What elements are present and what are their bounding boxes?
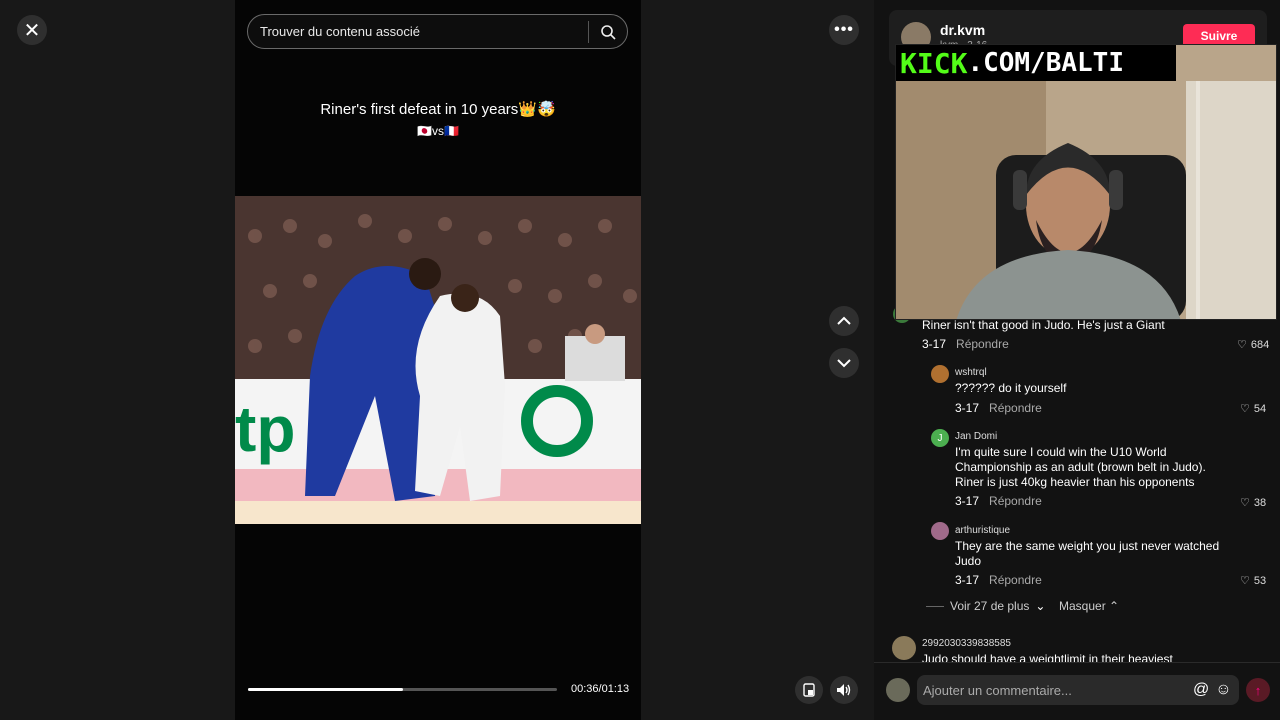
like-count: 38: [1253, 496, 1267, 509]
comment-text: I'm quite sure I could win the U10 World…: [955, 445, 1206, 489]
progress-fill: [248, 688, 403, 691]
like-count: 684: [1250, 338, 1270, 351]
like-button[interactable]: ♡ 53: [1240, 574, 1267, 588]
hide-replies[interactable]: Masquer ⌃: [1059, 599, 1119, 613]
pip-button[interactable]: [795, 676, 823, 704]
comment-meta: 3-17 Répondre: [922, 337, 1009, 351]
video-time: 00:36/01:13: [571, 683, 630, 695]
speaker-icon: [837, 684, 851, 696]
author-name[interactable]: dr.kvm: [940, 22, 985, 38]
video-caption: Riner's first defeat in 10 years👑🤯 🇯🇵vs🇫…: [235, 100, 641, 138]
comment-meta: 3-17 Répondre: [955, 494, 1042, 508]
search-bar[interactable]: [247, 14, 628, 49]
chevron-down-icon: [837, 359, 851, 368]
comment-text: They are the same weight you just never …: [955, 539, 1220, 568]
heart-icon: ♡: [1240, 403, 1250, 415]
heart-icon: ♡: [1240, 497, 1250, 509]
divider: [926, 605, 944, 607]
comment-text: Riner isn't that good in Judo. He's just…: [922, 318, 1165, 332]
search-icon[interactable]: [589, 24, 627, 40]
comment-meta: 3-17 Répondre: [955, 573, 1042, 587]
kick-url-text: .COM/BALTI: [967, 48, 1124, 78]
streamer-webcam-overlay: KICK .COM/BALTI: [895, 44, 1277, 320]
video-progress-bar[interactable]: [248, 688, 557, 691]
emoji-icon[interactable]: ☺: [1215, 681, 1231, 699]
comment-text: ?????? do it yourself: [955, 381, 1067, 395]
previous-video-button[interactable]: [829, 306, 859, 336]
more-options-button[interactable]: •••: [829, 15, 859, 45]
close-button[interactable]: ✕: [17, 15, 47, 45]
hide-label[interactable]: Masquer: [1059, 599, 1106, 613]
kick-banner: KICK .COM/BALTI: [896, 45, 1176, 81]
judo-scene-image: tp ar: [235, 196, 641, 524]
close-icon: ✕: [23, 19, 41, 42]
avatar[interactable]: [931, 365, 949, 383]
video-frame[interactable]: tp ar: [235, 196, 641, 524]
comment-username[interactable]: 2992030339838585: [922, 638, 1011, 649]
comment-username[interactable]: wshtrql: [955, 367, 987, 378]
send-button[interactable]: ↑: [1246, 678, 1270, 702]
picture-in-picture-icon: [803, 683, 815, 697]
view-more-label[interactable]: Voir 27 de plus: [950, 599, 1029, 613]
comment-date: 3-17: [955, 573, 980, 587]
search-input[interactable]: [260, 24, 580, 39]
mention-icon[interactable]: @: [1193, 681, 1209, 699]
comment-date: 3-17: [955, 494, 980, 508]
view-more-replies[interactable]: Voir 27 de plus ⌄: [926, 599, 1045, 613]
heart-icon: ♡: [1237, 339, 1247, 351]
reply-button[interactable]: Répondre: [989, 401, 1042, 415]
volume-button[interactable]: [830, 676, 858, 704]
avatar[interactable]: [886, 678, 910, 702]
app-root: ✕ ••• Riner's first defeat in 10 years👑🤯…: [0, 0, 1280, 720]
reply-button[interactable]: Répondre: [989, 494, 1042, 508]
comment-username[interactable]: arthuristique: [955, 525, 1010, 536]
comment-input-box[interactable]: @ ☺: [917, 675, 1239, 705]
reply-button[interactable]: Répondre: [956, 337, 1009, 351]
caption-line-2: 🇯🇵vs🇫🇷: [417, 124, 459, 138]
chevron-up-icon: ⌃: [1109, 599, 1120, 613]
comment-input[interactable]: [923, 682, 1181, 698]
like-button[interactable]: ♡ 38: [1240, 496, 1267, 510]
svg-text:tp: tp: [235, 393, 295, 465]
chevron-down-icon: ⌄: [1035, 599, 1046, 613]
webcam-image: [896, 45, 1276, 319]
avatar[interactable]: [931, 522, 949, 540]
avatar[interactable]: [892, 636, 916, 660]
avatar[interactable]: J: [931, 429, 949, 447]
next-video-button[interactable]: [829, 348, 859, 378]
like-count: 53: [1253, 574, 1267, 587]
like-button[interactable]: ♡ 684: [1237, 338, 1270, 352]
caption-line-1: Riner's first defeat in 10 years👑🤯: [320, 101, 556, 118]
arrow-up-icon: ↑: [1254, 682, 1262, 698]
like-count: 54: [1253, 402, 1267, 415]
chevron-up-icon: [837, 316, 851, 325]
heart-icon: ♡: [1240, 575, 1250, 587]
comment-date: 3-17: [922, 337, 947, 351]
comment-username[interactable]: Jan Domi: [955, 431, 997, 442]
kick-logo-text: KICK: [900, 46, 968, 80]
reply-button[interactable]: Répondre: [989, 573, 1042, 587]
comment-meta: 3-17 Répondre: [955, 401, 1042, 415]
like-button[interactable]: ♡ 54: [1240, 402, 1267, 416]
ellipsis-icon: •••: [834, 21, 854, 38]
comment-date: 3-17: [955, 401, 980, 415]
